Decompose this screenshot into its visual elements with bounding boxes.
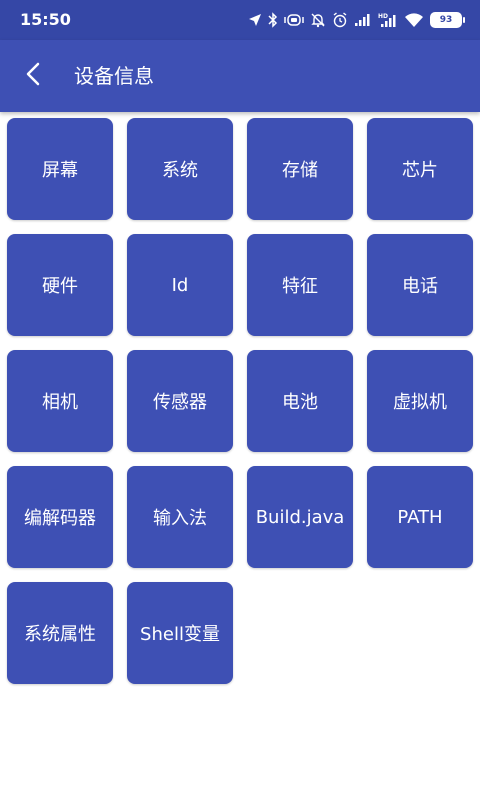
tile-system[interactable]: 系统 bbox=[127, 118, 233, 220]
battery-level: 93 bbox=[439, 15, 453, 25]
tile-system-properties[interactable]: 系统属性 bbox=[7, 582, 113, 684]
tile-screen[interactable]: 屏幕 bbox=[7, 118, 113, 220]
tile-battery[interactable]: 电池 bbox=[247, 350, 353, 452]
tile-sensors[interactable]: 传感器 bbox=[127, 350, 233, 452]
category-grid: 屏幕 系统 存储 芯片 硬件 Id 特征 电话 相机 传感器 电池 虚拟机 编解… bbox=[7, 118, 473, 684]
tile-input-method[interactable]: 输入法 bbox=[127, 466, 233, 568]
status-bar: 15:50 HD 93 bbox=[0, 0, 480, 40]
back-button[interactable] bbox=[14, 56, 54, 96]
svg-text:HD: HD bbox=[378, 13, 388, 20]
bluetooth-icon bbox=[268, 12, 278, 28]
tile-id[interactable]: Id bbox=[127, 234, 233, 336]
tile-chip[interactable]: 芯片 bbox=[367, 118, 473, 220]
mute-bell-icon bbox=[310, 12, 326, 28]
tile-hardware[interactable]: 硬件 bbox=[7, 234, 113, 336]
tile-phone[interactable]: 电话 bbox=[367, 234, 473, 336]
location-arrow-icon bbox=[248, 13, 262, 27]
status-icons: HD 93 bbox=[248, 9, 465, 31]
tile-shell-variables[interactable]: Shell变量 bbox=[127, 582, 233, 684]
wifi-icon bbox=[404, 12, 424, 28]
tile-codecs[interactable]: 编解码器 bbox=[7, 466, 113, 568]
alarm-icon bbox=[332, 12, 348, 28]
app-bar: 设备信息 bbox=[0, 40, 480, 112]
tile-virtual-machine[interactable]: 虚拟机 bbox=[367, 350, 473, 452]
vibrate-icon bbox=[284, 13, 304, 27]
hd-signal-icon: HD bbox=[378, 12, 398, 28]
chevron-left-icon bbox=[24, 62, 44, 90]
status-time: 15:50 bbox=[20, 10, 71, 29]
tile-camera[interactable]: 相机 bbox=[7, 350, 113, 452]
page-title: 设备信息 bbox=[74, 64, 154, 88]
tile-storage[interactable]: 存储 bbox=[247, 118, 353, 220]
tile-path[interactable]: PATH bbox=[367, 466, 473, 568]
signal-icon bbox=[354, 13, 372, 27]
tile-features[interactable]: 特征 bbox=[247, 234, 353, 336]
battery-icon: 93 bbox=[430, 12, 465, 28]
tile-build-java[interactable]: Build.java bbox=[247, 466, 353, 568]
